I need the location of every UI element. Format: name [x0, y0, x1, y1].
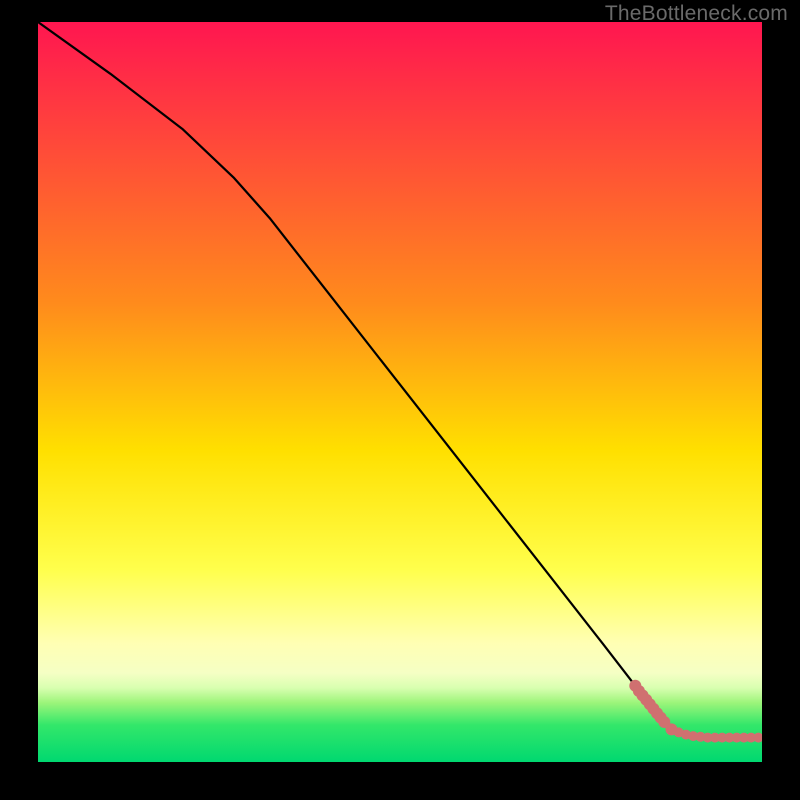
scatter-tail-group	[629, 680, 762, 743]
plot-area	[38, 22, 762, 762]
watermark-text: TheBottleneck.com	[605, 2, 788, 26]
curve-line	[38, 22, 668, 727]
scatter-point	[753, 733, 762, 743]
canvas-root: TheBottleneck.com	[0, 0, 800, 800]
chart-svg	[38, 22, 762, 762]
